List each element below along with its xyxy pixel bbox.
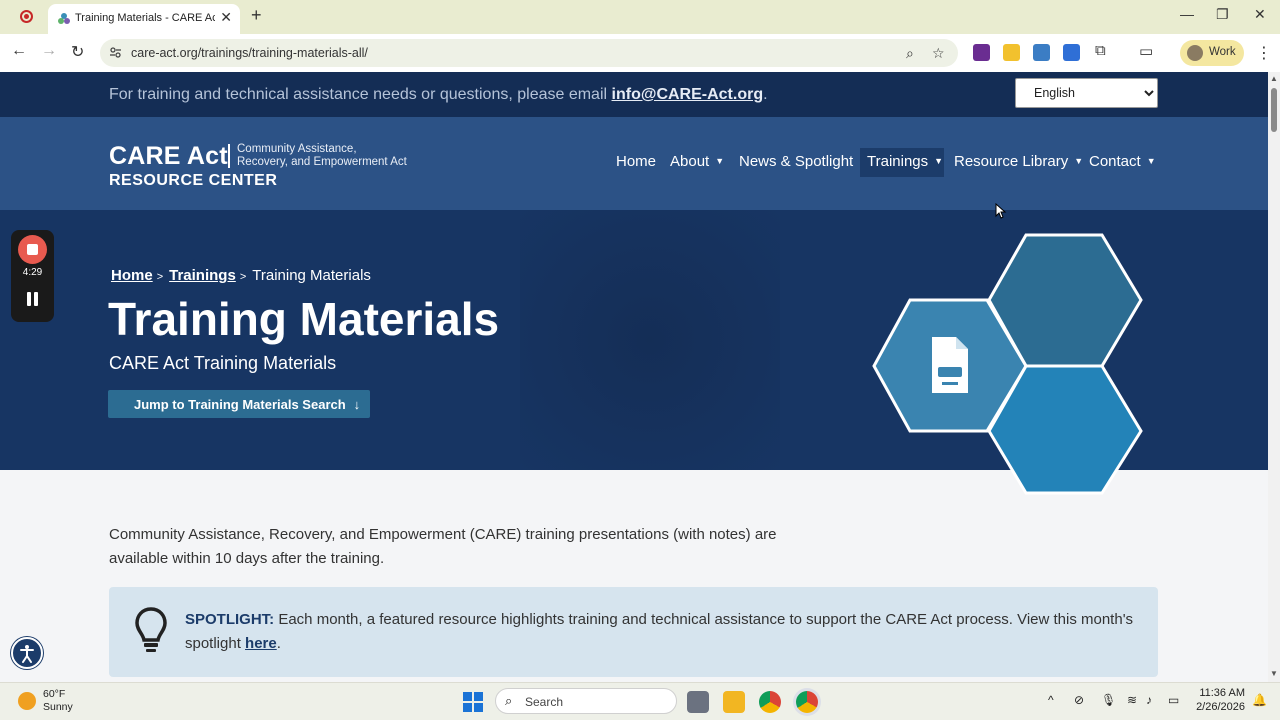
bookmark-star-icon[interactable]: ☆ [932, 45, 945, 62]
notification-bell-icon[interactable]: 🔔 [1252, 693, 1267, 707]
page-subtitle: CARE Act Training Materials [109, 353, 337, 373]
taskbar-search-label: Search [525, 695, 564, 709]
maximize-icon[interactable]: ❐ [1216, 6, 1229, 23]
spotlight-label: SPOTLIGHT: [185, 611, 275, 628]
battery-icon[interactable]: ▭ [1168, 693, 1179, 707]
extensions-puzzle-icon[interactable]: ⧉ [1095, 42, 1106, 59]
window-close-icon[interactable]: ✕ [1254, 6, 1266, 23]
tab-title: Training Materials - CARE Act R [75, 12, 215, 24]
sun-icon [18, 692, 36, 710]
hexagon-graphic [872, 233, 1143, 495]
tab-search-icon[interactable]: ▭ [1139, 42, 1153, 60]
zoom-icon[interactable]: ⌕ [906, 45, 914, 62]
logo-title: CARE Act [109, 142, 228, 170]
new-tab-icon[interactable]: + [251, 5, 262, 26]
address-bar[interactable]: care-act.org/trainings/training-material… [100, 39, 958, 67]
document-icon [932, 337, 968, 393]
logo-divider [228, 144, 230, 168]
tray-chevron-icon[interactable]: ^ [1048, 693, 1054, 707]
url-text: care-act.org/trainings/training-material… [131, 46, 368, 60]
intro-paragraph: Community Assistance, Recovery, and Empo… [109, 526, 777, 567]
extension-s-icon[interactable] [1033, 44, 1050, 61]
nav-trainings[interactable]: Trainings ▼ [867, 153, 943, 170]
mouse-cursor-icon [995, 203, 1007, 219]
breadcrumb-trainings[interactable]: Trainings [169, 267, 236, 284]
network-off-icon[interactable]: ⊘ [1074, 693, 1084, 707]
profile-button[interactable]: Work [1180, 40, 1244, 66]
chevron-down-icon: ▼ [1146, 156, 1156, 166]
spotlight-callout: SPOTLIGHT: Each month, a featured resour… [109, 587, 1158, 677]
site-favicon-icon [58, 13, 70, 24]
nav-news-spotlight[interactable]: News & Spotlight [739, 153, 853, 170]
taskbar-search[interactable]: ⌕ Search [495, 688, 677, 714]
reload-icon[interactable]: ↻ [71, 42, 84, 62]
scroll-up-icon[interactable]: ▲ [1270, 74, 1278, 83]
windows-start-icon[interactable] [463, 692, 483, 712]
search-icon: ⌕ [505, 693, 513, 708]
breadcrumb-current: Training Materials [252, 267, 371, 284]
extension-k-icon[interactable] [973, 44, 990, 61]
chrome-icon[interactable] [759, 691, 781, 713]
lightbulb-icon [135, 607, 167, 652]
scroll-thumb[interactable] [1271, 88, 1277, 132]
minimize-icon[interactable]: — [1180, 6, 1194, 22]
profile-label: Work [1209, 46, 1236, 58]
chrome-active-icon[interactable] [796, 691, 818, 713]
hero-background-shape [520, 210, 780, 470]
screen-recorder-widget: 4:29 [11, 230, 54, 322]
weather-temperature: 60°F [43, 688, 66, 700]
chevron-down-icon: ▼ [1074, 156, 1084, 166]
contact-notice: For training and technical assistance ne… [109, 86, 768, 103]
top-info-bar: For training and technical assistance ne… [0, 72, 1268, 117]
task-view-icon[interactable] [687, 691, 709, 713]
wifi-icon[interactable]: ≋ [1127, 693, 1137, 707]
microphone-icon[interactable]: 🎙 [1101, 693, 1116, 707]
logo-resource-center: RESOURCE CENTER [109, 172, 278, 189]
breadcrumb-home[interactable]: Home [111, 267, 153, 284]
clock-time[interactable]: 11:36 AM [1195, 687, 1245, 699]
extension-badge-icon[interactable] [1063, 44, 1080, 61]
windows-taskbar: 60°F Sunny ⌕ Search ^ ⊘ 🎙 ≋ ♪ ▭ 11:36 AM… [0, 682, 1280, 720]
browser-menu-icon[interactable]: ⋮ [1256, 43, 1272, 63]
page-title: Training Materials [108, 293, 500, 345]
pause-icon[interactable] [27, 292, 39, 306]
accessibility-button[interactable] [11, 637, 43, 669]
nav-resource-library[interactable]: Resource Library ▼ [954, 153, 1083, 170]
recording-time: 4:29 [22, 267, 43, 278]
breadcrumb: Home > Trainings > Training Materials [111, 267, 371, 284]
spotlight-here-link[interactable]: here [245, 635, 277, 652]
recording-indicator-icon [20, 10, 33, 23]
page-scrollbar[interactable]: ▲ ▼ [1268, 72, 1280, 682]
chevron-down-icon: ▼ [934, 156, 944, 166]
profile-avatar [1187, 45, 1203, 61]
forward-arrow-icon[interactable]: → [41, 42, 57, 60]
site-info-icon[interactable] [109, 46, 122, 59]
web-page: For training and technical assistance ne… [0, 72, 1268, 682]
nav-about[interactable]: About ▼ [670, 153, 724, 170]
clock-date[interactable]: 2/26/2026 [1190, 701, 1245, 713]
browser-toolbar: ← → ↻ care-act.org/trainings/training-ma… [0, 34, 1280, 72]
nav-contact[interactable]: Contact ▼ [1089, 153, 1156, 170]
arrow-down-icon: ↓ [353, 397, 361, 412]
site-header: CARE Act Community Assistance, Recovery,… [0, 117, 1268, 210]
extension-yellow-icon[interactable] [1003, 44, 1020, 61]
browser-tab-active[interactable]: Training Materials - CARE Act R ✕ [48, 4, 240, 34]
jump-to-search-button[interactable]: Jump to Training Materials Search ↓ [108, 390, 370, 418]
spotlight-text: SPOTLIGHT: Each month, a featured resour… [185, 611, 1134, 652]
stop-recording-button[interactable] [18, 235, 47, 264]
back-arrow-icon[interactable]: ← [11, 42, 27, 60]
scroll-down-icon[interactable]: ▼ [1270, 669, 1278, 678]
nav-home[interactable]: Home [616, 153, 656, 170]
browser-tabstrip: Training Materials - CARE Act R ✕ + — ❐ … [0, 0, 1280, 34]
file-explorer-icon[interactable] [723, 691, 745, 713]
language-select[interactable]: English [1015, 78, 1158, 108]
logo-subtitle: Community Assistance, Recovery, and Empo… [237, 143, 407, 168]
accessibility-icon [20, 645, 34, 663]
weather-description: Sunny [43, 701, 73, 713]
chevron-down-icon: ▼ [715, 156, 725, 166]
email-link[interactable]: info@CARE-Act.org [612, 86, 764, 103]
tab-close-icon[interactable]: ✕ [220, 9, 232, 26]
volume-icon[interactable]: ♪ [1146, 693, 1152, 707]
